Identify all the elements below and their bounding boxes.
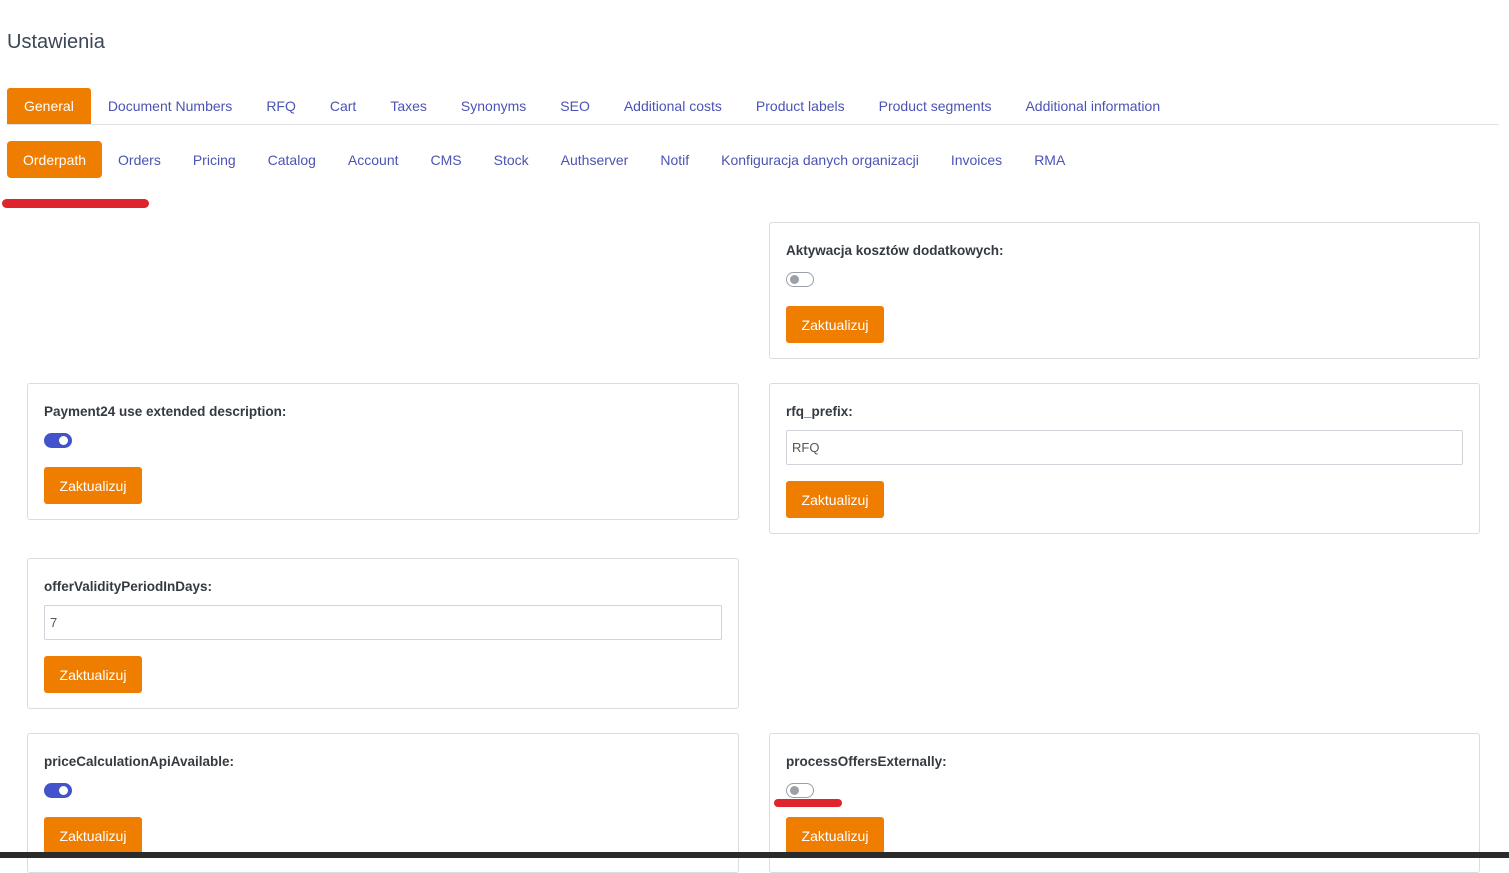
subtab-orders[interactable]: Orders [102,141,177,178]
setting-label: Aktywacja kosztów dodatkowych: [786,243,1004,258]
update-button[interactable]: Zaktualizuj [44,467,142,504]
toggle-switch[interactable] [44,433,72,448]
subtab-pricing[interactable]: Pricing [177,141,252,178]
tab-seo[interactable]: SEO [543,88,607,124]
setting-label: priceCalculationApiAvailable: [44,754,235,769]
tab-synonyms[interactable]: Synonyms [444,88,543,124]
toggle-knob [59,786,68,795]
setting-label: Payment24 use extended description: [44,404,287,419]
setting-label: processOffersExternally: [786,754,947,769]
subtab-rma[interactable]: RMA [1018,141,1081,178]
subtab-account[interactable]: Account [332,141,415,178]
subtab-authserver[interactable]: Authserver [545,141,645,178]
subtab-cms[interactable]: CMS [415,141,478,178]
tab-product-labels[interactable]: Product labels [739,88,862,124]
window-bottom-edge [0,852,1509,858]
primary-tabs: General Document Numbers RFQ Cart Taxes … [7,88,1499,125]
card-rfq-prefix: rfq_prefix: Zaktualizuj [769,383,1480,534]
toggle-switch[interactable] [786,783,814,798]
annotation-underline-orderpath [2,199,149,208]
update-button[interactable]: Zaktualizuj [786,817,884,854]
tab-additional-costs[interactable]: Additional costs [607,88,739,124]
tab-taxes[interactable]: Taxes [373,88,444,124]
update-button[interactable]: Zaktualizuj [786,306,884,343]
tab-document-numbers[interactable]: Document Numbers [91,88,250,124]
toggle-switch[interactable] [786,272,814,287]
subtab-notif[interactable]: Notif [644,141,705,178]
tab-cart[interactable]: Cart [313,88,373,124]
toggle-knob [790,786,799,795]
setting-label: offerValidityPeriodInDays: [44,579,213,594]
subtab-invoices[interactable]: Invoices [935,141,1018,178]
subtab-organization-data[interactable]: Konfiguracja danych organizacji [705,141,935,178]
offer-validity-input[interactable] [44,605,722,640]
update-button[interactable]: Zaktualizuj [44,656,142,693]
tab-rfq[interactable]: RFQ [249,88,313,124]
setting-label: rfq_prefix: [786,404,853,419]
secondary-tabs: Orderpath Orders Pricing Catalog Account… [7,141,1081,178]
subtab-catalog[interactable]: Catalog [252,141,332,178]
update-button[interactable]: Zaktualizuj [786,481,884,518]
card-offer-validity: offerValidityPeriodInDays: Zaktualizuj [27,558,739,709]
toggle-knob [59,436,68,445]
toggle-switch[interactable] [44,783,72,798]
tab-general[interactable]: General [7,88,91,124]
card-payment24-extended: Payment24 use extended description: Zakt… [27,383,739,520]
subtab-stock[interactable]: Stock [478,141,545,178]
page-title: Ustawienia [7,31,105,53]
rfq-prefix-input[interactable] [786,430,1463,465]
update-button[interactable]: Zaktualizuj [44,817,142,854]
annotation-underline-process-offers [774,799,842,807]
tab-product-segments[interactable]: Product segments [862,88,1009,124]
card-additional-costs-activation: Aktywacja kosztów dodatkowych: Zaktualiz… [769,222,1480,359]
toggle-knob [790,275,799,284]
tab-additional-information[interactable]: Additional information [1008,88,1177,124]
subtab-orderpath[interactable]: Orderpath [7,141,103,178]
